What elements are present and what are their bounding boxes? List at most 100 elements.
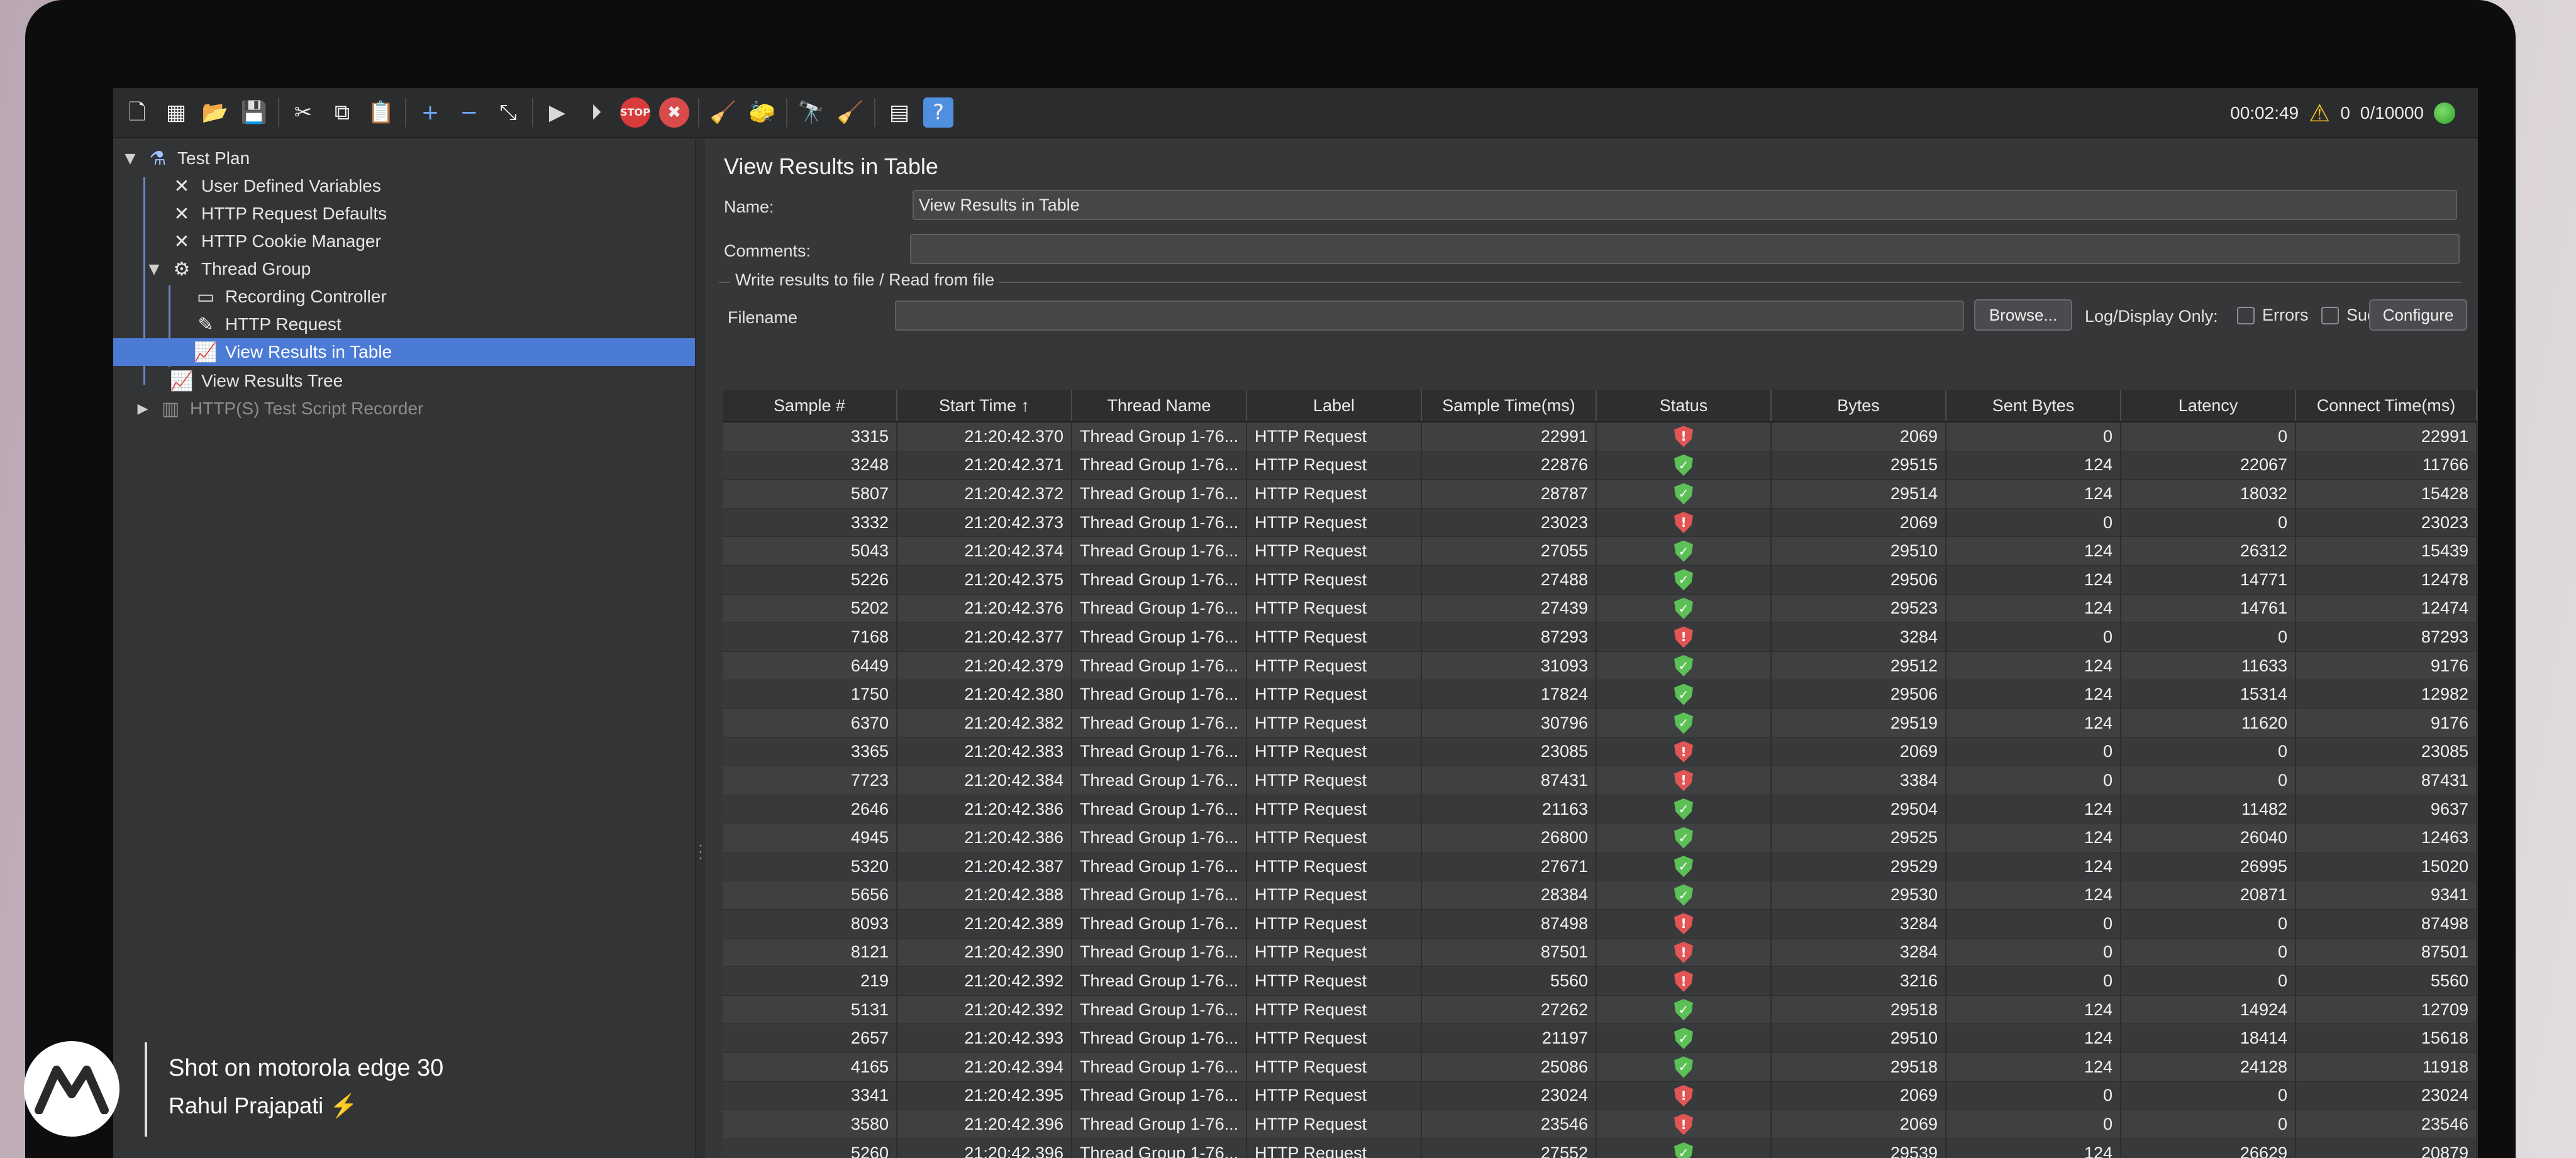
- table-row[interactable]: 5656 21:20:42.388 Thread Group 1-76... HTTP…: [723, 881, 2477, 910]
- table-row[interactable]: 3332 21:20:42.373 Thread Group 1-76... HTTP…: [723, 508, 2477, 538]
- column-header[interactable]: Thread Name: [1072, 390, 1247, 421]
- cell-label: HTTP Request: [1247, 709, 1422, 737]
- cut-icon[interactable]: ✂: [288, 97, 318, 128]
- save-icon[interactable]: 💾: [239, 97, 269, 128]
- filename-field[interactable]: [895, 301, 1964, 331]
- table-row[interactable]: 5807 21:20:42.372 Thread Group 1-76... HTTP…: [723, 480, 2477, 509]
- table-row[interactable]: 5320 21:20:42.387 Thread Group 1-76... HTTP…: [723, 852, 2477, 881]
- cell-bytes: 29519: [1772, 709, 1946, 737]
- table-row[interactable]: 5226 21:20:42.375 Thread Group 1-76... HTTP…: [723, 565, 2477, 595]
- status-cell: !: [1597, 910, 1772, 938]
- tree-item-view-results-in-table[interactable]: 📈 View Results in Table: [113, 338, 695, 366]
- tree-item-view-results-tree[interactable]: 📈 View Results Tree: [170, 367, 343, 395]
- search-icon[interactable]: 🔭: [796, 97, 826, 128]
- start-icon[interactable]: ▶: [542, 97, 572, 128]
- table-row[interactable]: 8093 21:20:42.389 Thread Group 1-76... HTTP…: [723, 910, 2477, 939]
- tree-item-recording-controller[interactable]: ▭ Recording Controller: [194, 283, 387, 311]
- name-field[interactable]: View Results in Table: [913, 190, 2457, 220]
- table-row[interactable]: 5260 21:20:42.396 Thread Group 1-76... HTTP…: [723, 1139, 2477, 1158]
- clear-icon[interactable]: 🧹: [708, 97, 738, 128]
- table-row[interactable]: 8121 21:20:42.390 Thread Group 1-76... HTTP…: [723, 938, 2477, 968]
- paste-icon[interactable]: 📋: [366, 97, 396, 128]
- help-icon[interactable]: ?: [923, 97, 953, 128]
- shutdown-icon[interactable]: ✖: [659, 97, 689, 128]
- recorder-icon: ▥: [161, 397, 180, 420]
- browse-button[interactable]: Browse...: [1974, 299, 2072, 331]
- collapse-arrow-icon[interactable]: ▼: [122, 151, 138, 167]
- splitter-grip-icon[interactable]: · · ·: [698, 838, 703, 866]
- errors-checkbox[interactable]: [2237, 307, 2255, 324]
- function-helper-icon[interactable]: ▤: [884, 97, 914, 128]
- cell-time: 21197: [1422, 1024, 1597, 1053]
- start-no-pauses-icon[interactable]: ⏵: [581, 97, 611, 128]
- cell-time: 87498: [1422, 910, 1597, 938]
- column-header[interactable]: Bytes: [1772, 390, 1946, 421]
- table-row[interactable]: 219 21:20:42.392 Thread Group 1-76... HTTP …: [723, 967, 2477, 996]
- cell-start: 21:20:42.396: [897, 1139, 1072, 1158]
- cell-latency: 0: [2121, 967, 2296, 995]
- column-header[interactable]: Sent Bytes: [1946, 390, 2121, 421]
- table-row[interactable]: 7723 21:20:42.384 Thread Group 1-76... HTTP…: [723, 766, 2477, 795]
- table-row[interactable]: 6370 21:20:42.382 Thread Group 1-76... HTTP…: [723, 709, 2477, 738]
- table-row[interactable]: 2646 21:20:42.386 Thread Group 1-76... HTTP…: [723, 795, 2477, 824]
- expand-arrow-icon[interactable]: ▶: [135, 401, 151, 417]
- table-row[interactable]: 3248 21:20:42.371 Thread Group 1-76... HTTP…: [723, 451, 2477, 480]
- tree-item-https-test-script-recorder[interactable]: ▶ ▥ HTTP(S) Test Script Recorder: [135, 395, 424, 422]
- cell-time: 27671: [1422, 852, 1597, 881]
- open-icon[interactable]: 📂: [200, 97, 230, 128]
- column-header[interactable]: Latency: [2121, 390, 2296, 421]
- successes-checkbox[interactable]: [2321, 307, 2339, 324]
- comments-field[interactable]: [910, 234, 2460, 264]
- cell-latency: 0: [2121, 737, 2296, 766]
- tree-item-user-defined-variables[interactable]: ✕ User Defined Variables: [170, 172, 380, 200]
- table-row[interactable]: 6449 21:20:42.379 Thread Group 1-76... HTTP…: [723, 651, 2477, 681]
- table-row[interactable]: 3580 21:20:42.396 Thread Group 1-76... HTTP…: [723, 1110, 2477, 1139]
- new-icon[interactable]: 🗋: [122, 97, 152, 128]
- tree-item-http-request[interactable]: ✎ HTTP Request: [194, 311, 341, 338]
- table-row[interactable]: 2657 21:20:42.393 Thread Group 1-76... HTTP…: [723, 1024, 2477, 1054]
- copy-icon[interactable]: ⧉: [327, 97, 357, 128]
- table-row[interactable]: 3341 21:20:42.395 Thread Group 1-76... HTTP…: [723, 1081, 2477, 1111]
- column-header[interactable]: Sample Time(ms): [1422, 390, 1597, 421]
- table-row[interactable]: 7168 21:20:42.377 Thread Group 1-76... HTTP…: [723, 623, 2477, 652]
- configure-button-visible[interactable]: Configure: [2369, 299, 2467, 331]
- cell-sent: 0: [1946, 1110, 2121, 1139]
- table-row[interactable]: 5202 21:20:42.376 Thread Group 1-76... HTTP…: [723, 594, 2477, 624]
- status-cell: !: [1597, 623, 1772, 651]
- column-header[interactable]: Start Time ↑: [897, 390, 1072, 421]
- table-row[interactable]: 3315 21:20:42.370 Thread Group 1-76... HTTP…: [723, 422, 2477, 451]
- table-row[interactable]: 3365 21:20:42.383 Thread Group 1-76... HTTP…: [723, 737, 2477, 767]
- cell-sent: 124: [1946, 651, 2121, 680]
- collapse-arrow-icon[interactable]: ▼: [146, 262, 162, 277]
- cell-start: 21:20:42.372: [897, 480, 1072, 508]
- table-row[interactable]: 5043 21:20:42.374 Thread Group 1-76... HTTP…: [723, 537, 2477, 566]
- column-header[interactable]: Connect Time(ms): [2296, 390, 2477, 421]
- tree-item-http-request-defaults[interactable]: ✕ HTTP Request Defaults: [170, 200, 387, 228]
- table-row[interactable]: 4945 21:20:42.386 Thread Group 1-76... HTTP…: [723, 824, 2477, 852]
- column-header[interactable]: Label: [1247, 390, 1422, 421]
- table-row[interactable]: 1750 21:20:42.380 Thread Group 1-76... HTTP…: [723, 680, 2477, 709]
- cell-start: 21:20:42.384: [897, 766, 1072, 795]
- stop-icon[interactable]: STOP: [620, 97, 650, 128]
- clear-all-icon[interactable]: 🧽: [747, 97, 777, 128]
- expand-icon[interactable]: +: [415, 97, 445, 128]
- tree-item-test-plan[interactable]: ▼ ⚗ Test Plan: [122, 145, 250, 172]
- reset-search-icon[interactable]: 🧹: [835, 97, 865, 128]
- table-row[interactable]: 5131 21:20:42.392 Thread Group 1-76... HTTP…: [723, 995, 2477, 1025]
- cell-sample: 5807: [723, 480, 897, 508]
- cell-latency: 26995: [2121, 852, 2296, 881]
- warning-icon[interactable]: ⚠: [2309, 99, 2330, 127]
- column-header[interactable]: Sample #: [723, 390, 897, 421]
- toggle-icon[interactable]: ⤡: [493, 97, 523, 128]
- templates-icon[interactable]: ▦: [161, 97, 191, 128]
- pane-splitter[interactable]: [695, 140, 705, 1158]
- status-cell: !: [1597, 766, 1772, 795]
- collapse-icon[interactable]: −: [454, 97, 484, 128]
- table-row[interactable]: 4165 21:20:42.394 Thread Group 1-76... HTTP…: [723, 1053, 2477, 1082]
- tree-item-label: Test Plan: [177, 148, 250, 168]
- tree-item-thread-group[interactable]: ▼ ⚙ Thread Group: [146, 255, 311, 283]
- cell-start: 21:20:42.389: [897, 910, 1072, 938]
- column-header[interactable]: Status: [1597, 390, 1772, 421]
- error-shield-icon: !: [1674, 1084, 1693, 1106]
- tree-item-http-cookie-manager[interactable]: ✕ HTTP Cookie Manager: [170, 228, 380, 255]
